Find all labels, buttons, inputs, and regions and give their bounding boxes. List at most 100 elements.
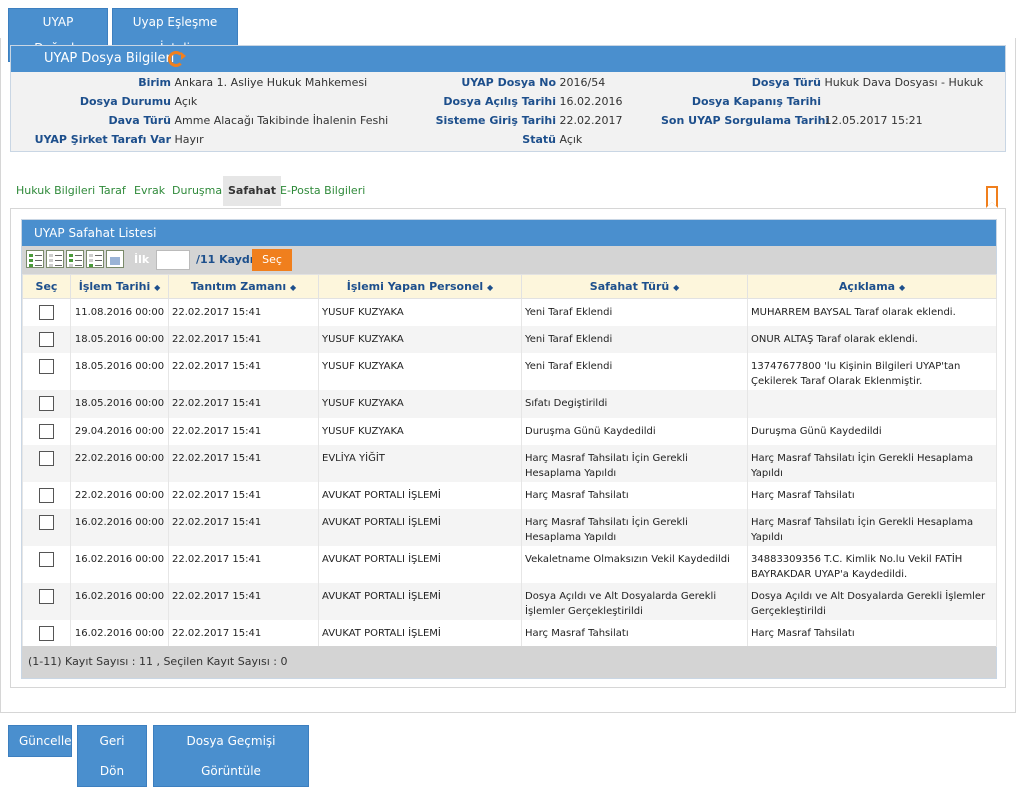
col-islem-tarihi[interactable]: İşlem Tarihi ◆ (70, 274, 169, 299)
tab-hukuk-bilgileri[interactable]: Hukuk Bilgileri (16, 176, 95, 206)
col-safahat-turu[interactable]: Safahat Türü ◆ (521, 274, 748, 299)
list-toolbar: İlk /11 Kaydı Seç (22, 246, 996, 274)
personel-cell: YUSUF KUZYAKA (318, 298, 522, 326)
sirket-row: UYAP Şirket Tarafı Var Hayır (11, 133, 204, 146)
col-islemi-yapan-personel[interactable]: İşlemi Yapan Personel ◆ (318, 274, 522, 299)
sirket-value: Hayır (174, 133, 204, 146)
geri-don-button[interactable]: Geri Dön (77, 725, 147, 787)
dosya-durumu-value: Açık (174, 95, 198, 108)
tab-evrak[interactable]: Evrak (134, 176, 165, 206)
guncelle-button[interactable]: Güncelle (8, 725, 72, 757)
row-select-cell (22, 325, 71, 353)
table-row[interactable]: 16.02.2016 00:00 22.02.2017 15:41 AVUKAT P… (22, 545, 997, 583)
select-page-icon[interactable] (66, 250, 84, 268)
aciklama-cell: Harç Masraf Tahsilatı (747, 619, 997, 647)
sisteme-giris-label: Sisteme Giriş Tarihi (435, 114, 556, 127)
kapanis-label: Dosya Kapanış Tarihi (691, 95, 821, 108)
bookmark-icon[interactable] (986, 186, 998, 208)
table-row[interactable]: 16.02.2016 00:00 22.02.2017 15:41 AVUKAT P… (22, 619, 997, 647)
tanitim-zamani-cell: 22.02.2017 15:41 (168, 298, 319, 326)
export-icon[interactable] (106, 250, 124, 268)
tab-taraf[interactable]: Taraf (99, 176, 126, 206)
table-row[interactable]: 16.02.2016 00:00 22.02.2017 15:41 AVUKAT P… (22, 582, 997, 620)
dosya-gecmisi-button[interactable]: Dosya Geçmişi Görüntüle (153, 725, 309, 787)
aciklama-cell: 13747677800 'lu Kişinin Bilgileri UYAP't… (747, 352, 997, 390)
col-sec: Seç (22, 274, 71, 299)
row-checkbox[interactable] (39, 331, 54, 347)
tanitim-zamani-cell: 22.02.2017 15:41 (168, 389, 319, 418)
row-checkbox[interactable] (39, 487, 54, 503)
sirket-label: UYAP Şirket Tarafı Var (34, 133, 171, 146)
personel-cell: AVUKAT PORTALI İŞLEMİ (318, 545, 522, 583)
safahat-list: UYAP Safahat Listesi İlk /11 Kaydı Seç S… (21, 219, 997, 679)
aciklama-cell: Harç Masraf Tahsilatı (747, 481, 997, 509)
birim-label: Birim (138, 76, 171, 89)
dosya-no-label: UYAP Dosya No (461, 76, 556, 89)
aciklama-cell: Harç Masraf Tahsilatı İçin Gerekli Hesap… (747, 444, 997, 482)
tab-durusma[interactable]: Duruşma (172, 176, 222, 206)
dosya-turu-value: Hukuk Dava Dosyası - Hukuk (824, 76, 984, 89)
refresh-icon[interactable] (168, 51, 186, 67)
statu-row: Statü Açık (391, 133, 582, 146)
select-all-icon[interactable] (26, 250, 44, 268)
row-select-cell (22, 582, 71, 620)
table-row[interactable]: 29.04.2016 00:00 22.02.2017 15:41 YUSUF KU… (22, 417, 997, 445)
page-number-input[interactable] (156, 250, 190, 270)
row-checkbox[interactable] (39, 305, 54, 320)
safahat-table: Seç İşlem Tarihi ◆ Tanıtım Zamanı ◆ İşle… (22, 274, 997, 647)
row-select-cell (22, 352, 71, 390)
table-row[interactable]: 11.08.2016 00:00 22.02.2017 15:41 YUSUF KU… (22, 298, 997, 326)
dava-turu-value: Amme Alacağı Takibinde İhalenin Feshi (174, 114, 389, 127)
col-tanitim-zamani[interactable]: Tanıtım Zamanı ◆ (168, 274, 319, 299)
deselect-page-icon[interactable] (86, 250, 104, 268)
row-checkbox[interactable] (39, 358, 54, 374)
tab-safahat[interactable]: Safahat (223, 176, 282, 206)
row-select-cell (22, 389, 71, 418)
personel-cell: AVUKAT PORTALI İŞLEMİ (318, 619, 522, 647)
row-select-cell (22, 298, 71, 326)
row-checkbox[interactable] (39, 551, 54, 567)
sisteme-giris-value: 22.02.2017 (559, 114, 623, 127)
row-checkbox[interactable] (39, 395, 54, 411)
personel-cell: AVUKAT PORTALI İŞLEMİ (318, 508, 522, 546)
col-aciklama[interactable]: Açıklama ◆ (747, 274, 997, 299)
islem-tarihi-cell: 11.08.2016 00:00 (70, 298, 169, 326)
row-checkbox[interactable] (39, 450, 54, 466)
islem-tarihi-cell: 18.05.2016 00:00 (70, 325, 169, 353)
table-row[interactable]: 16.02.2016 00:00 22.02.2017 15:41 AVUKAT P… (22, 508, 997, 546)
tanitim-zamani-cell: 22.02.2017 15:41 (168, 619, 319, 647)
row-checkbox[interactable] (39, 625, 54, 641)
sort-icon: ◆ (673, 283, 680, 292)
row-select-cell (22, 444, 71, 482)
ilk-label: İlk (134, 253, 150, 266)
personel-cell: EVLİYA YİĞİT (318, 444, 522, 482)
row-checkbox[interactable] (39, 588, 54, 604)
row-checkbox[interactable] (39, 514, 54, 530)
safahat-list-title: UYAP Safahat Listesi (22, 220, 996, 246)
table-row[interactable]: 18.05.2016 00:00 22.02.2017 15:41 YUSUF KU… (22, 389, 997, 418)
tab-e-posta-bilgileri[interactable]: E-Posta Bilgileri (280, 176, 365, 206)
safahat-turu-cell: Harç Masraf Tahsilatı (521, 481, 748, 509)
statu-value: Açık (559, 133, 583, 146)
sec-button[interactable]: Seç (252, 249, 292, 271)
islem-tarihi-cell: 16.02.2016 00:00 (70, 619, 169, 647)
tanitim-zamani-cell: 22.02.2017 15:41 (168, 508, 319, 546)
dosya-durumu-row: Dosya Durumu Açık (11, 95, 197, 108)
row-checkbox[interactable] (39, 423, 54, 439)
safahat-turu-cell: Sıfatı Degiştirildi (521, 389, 748, 418)
acilis-row: Dosya Açılış Tarihi 16.02.2016 (391, 95, 622, 108)
safahat-turu-cell: Harç Masraf Tahsilatı (521, 619, 748, 647)
dosya-turu-label: Dosya Türü (751, 76, 821, 89)
islem-tarihi-cell: 18.05.2016 00:00 (70, 352, 169, 390)
islem-tarihi-cell: 16.02.2016 00:00 (70, 508, 169, 546)
row-select-cell (22, 481, 71, 509)
safahat-turu-cell: Harç Masraf Tahsilatı İçin Gerekli Hesap… (521, 508, 748, 546)
row-select-cell (22, 417, 71, 445)
table-row[interactable]: 22.02.2016 00:00 22.02.2017 15:41 EVLİYA Y… (22, 444, 997, 482)
table-row[interactable]: 22.02.2016 00:00 22.02.2017 15:41 AVUKAT P… (22, 481, 997, 509)
table-row[interactable]: 18.05.2016 00:00 22.02.2017 15:41 YUSUF KU… (22, 352, 997, 390)
table-row[interactable]: 18.05.2016 00:00 22.02.2017 15:41 YUSUF KU… (22, 325, 997, 353)
islem-tarihi-cell: 16.02.2016 00:00 (70, 582, 169, 620)
deselect-all-icon[interactable] (46, 250, 64, 268)
dosya-bilgileri-panel: UYAP Dosya Bilgileri Birim Ankara 1. Asl… (10, 45, 1006, 152)
